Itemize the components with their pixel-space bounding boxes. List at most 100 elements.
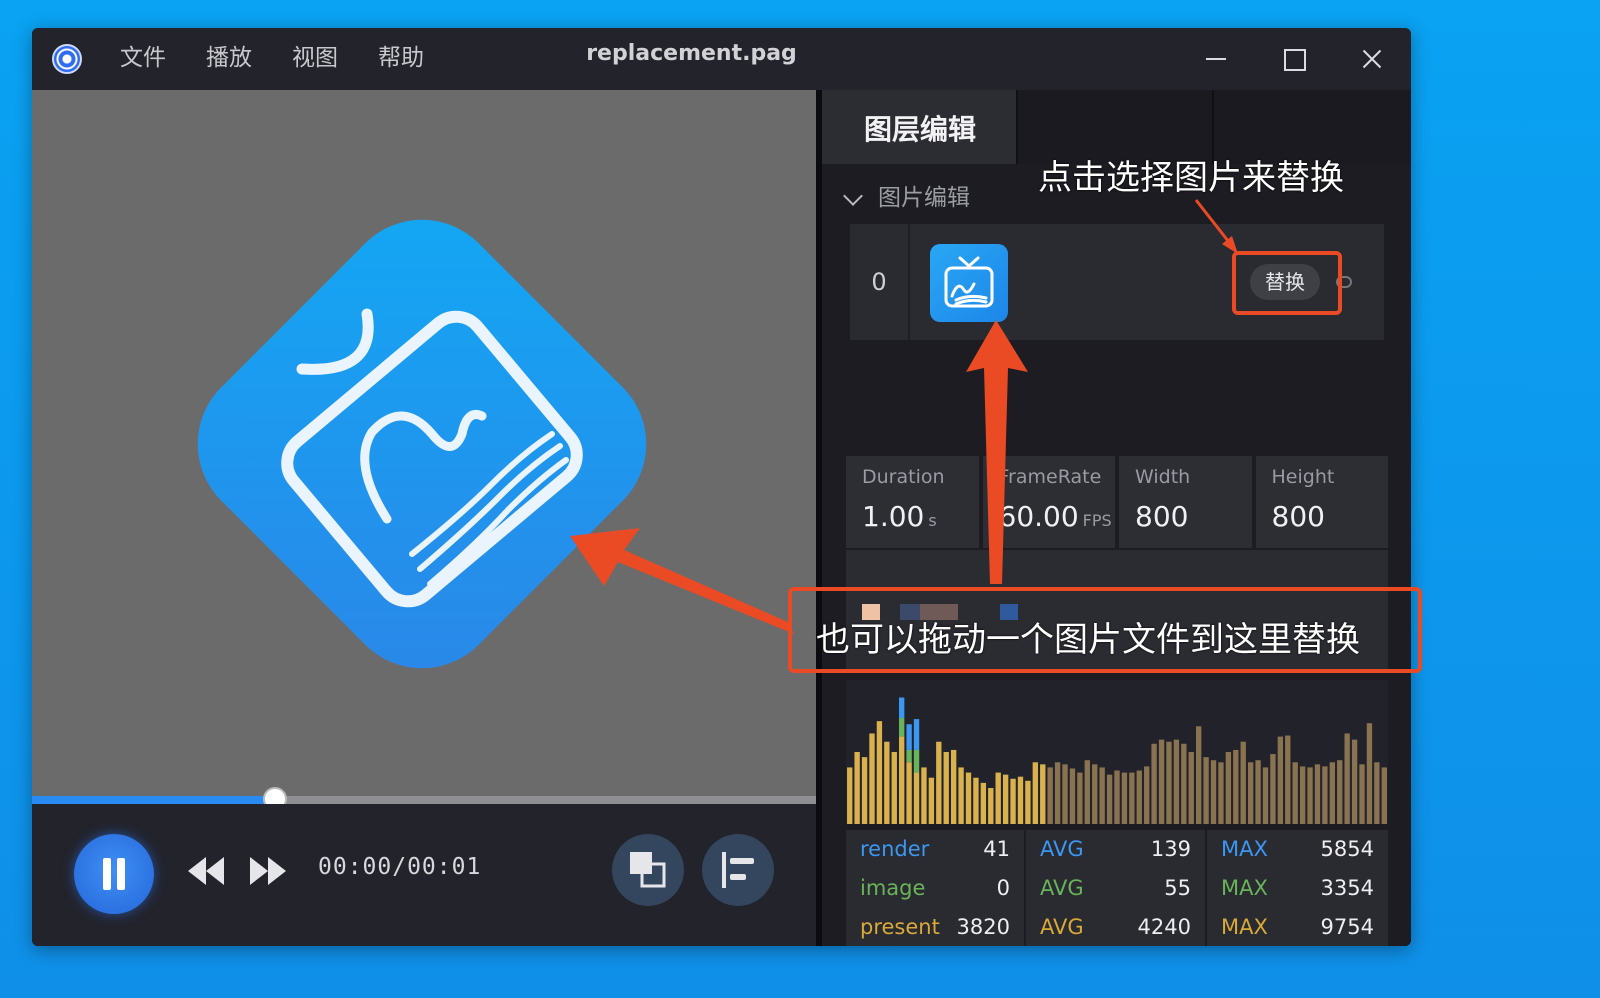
bar-present (958, 767, 964, 824)
bar-present (1166, 741, 1172, 824)
menu-help[interactable]: 帮助 (378, 40, 444, 76)
bar-present (1240, 741, 1246, 824)
bar-present (965, 772, 972, 824)
maximize-button[interactable] (1272, 40, 1316, 78)
title-bar: 文件 播放 视图 帮助 replacement.pag (32, 28, 1411, 90)
image-edit-section-toggle[interactable]: 图片编辑 (842, 178, 970, 212)
bar-present (1069, 768, 1076, 824)
rewind-icon[interactable] (186, 854, 226, 888)
bar-present (1292, 762, 1298, 824)
image-thumbnail-icon (944, 256, 994, 308)
bar-present (1099, 767, 1105, 824)
layer-thumbnail[interactable] (930, 244, 1008, 322)
pause-button[interactable] (74, 834, 154, 914)
playback-controls: 00:00/00:01 (32, 804, 816, 946)
stat-image-avg-value: 55 (1164, 876, 1191, 900)
tab-layer-edit[interactable]: 图层编辑 (822, 90, 1018, 164)
info-framerate-number: 60.00 (998, 500, 1079, 533)
stat-render-max: MAX 5854 (1221, 830, 1374, 869)
close-button[interactable] (1350, 40, 1394, 78)
info-duration-unit: s (928, 511, 937, 530)
stat-present-max: MAX 9754 (1221, 908, 1374, 946)
info-framerate: FrameRate 60.00 FPS (982, 456, 1115, 548)
bar-present (1277, 736, 1284, 824)
fast-forward-icon[interactable] (248, 854, 288, 888)
preview-canvas[interactable] (32, 90, 816, 802)
bar-present (1106, 774, 1113, 824)
stat-present-avg: AVG 4240 (1040, 908, 1191, 946)
bar-present (1002, 774, 1009, 824)
stats-col-max: MAX 5854 MAX 3354 MAX 9754 (1207, 830, 1388, 946)
menu-view[interactable]: 视图 (292, 40, 358, 76)
bar-present (1233, 749, 1239, 824)
bar-present (876, 721, 883, 824)
bar-present (980, 782, 987, 824)
layers-icon (630, 852, 666, 888)
info-width: Width 800 (1119, 456, 1252, 548)
bar-present (1218, 762, 1224, 824)
bar-present (1158, 739, 1165, 824)
bar-present (1025, 780, 1031, 824)
bar-present (861, 757, 868, 824)
bar-present (1040, 764, 1046, 824)
info-framerate-unit: FPS (1082, 511, 1112, 530)
bar-present (1017, 776, 1024, 824)
chevron-down-icon (843, 185, 863, 206)
info-width-value: 800 (1135, 500, 1188, 533)
minimize-button[interactable] (1194, 40, 1238, 78)
bar-present (847, 767, 853, 824)
progress-slider[interactable] (32, 787, 816, 811)
bar-present (891, 752, 897, 824)
stat-present-avg-value: 4240 (1137, 915, 1191, 939)
menu-file[interactable]: 文件 (120, 40, 186, 76)
bar-present (1344, 733, 1350, 824)
background-toggle-button[interactable] (612, 834, 684, 906)
stat-image-value: 0 (996, 876, 1010, 900)
bar-present (1329, 762, 1335, 824)
stat-render-max-value: 5854 (1320, 837, 1374, 861)
menu-play[interactable]: 播放 (206, 40, 272, 76)
layer-index: 0 (850, 224, 910, 340)
stat-render: render 41 (860, 830, 1010, 869)
bar-present (1188, 752, 1194, 824)
bar-render (899, 697, 905, 719)
bar-present (1359, 764, 1365, 824)
bar-present (1077, 772, 1083, 824)
info-height-number: 800 (1271, 500, 1325, 533)
stat-render-value: 41 (983, 837, 1010, 861)
bar-image (899, 718, 905, 737)
bar-present (950, 749, 957, 824)
replace-highlight-box (1232, 251, 1342, 315)
bar-present (1225, 752, 1232, 824)
side-panel: 图层编辑 图片编辑 0 替换 Duration 1.00 s FrameRate… (822, 90, 1411, 946)
stat-render-avg-value: 139 (1150, 837, 1191, 861)
bar-present (1181, 743, 1187, 824)
bar-present (1270, 754, 1276, 824)
bar-present (1121, 772, 1128, 824)
preview-image-icon (197, 219, 647, 669)
bar-present (1195, 726, 1202, 824)
bar-present (995, 772, 1001, 824)
bar-render (906, 724, 912, 750)
app-logo-icon (52, 44, 82, 74)
bar-present (1062, 764, 1068, 824)
bar-present (1173, 739, 1180, 824)
stat-render-name: render (860, 837, 930, 861)
stat-render-avg-label: AVG (1040, 837, 1084, 861)
bar-present (943, 752, 949, 824)
bar-present (1032, 762, 1039, 824)
stat-present-max-label: MAX (1221, 915, 1268, 939)
bar-present (1262, 767, 1269, 824)
bar-present (1136, 770, 1142, 824)
bar-present (1092, 764, 1098, 824)
info-duration-value: 1.00 s (862, 500, 937, 533)
panel-toggle-button[interactable] (702, 834, 774, 906)
window-title-text: replacement.pag (586, 41, 797, 66)
bar-present (1203, 757, 1209, 824)
bar-present (973, 777, 979, 824)
stat-image-name: image (860, 876, 926, 900)
stat-present-avg-label: AVG (1040, 915, 1084, 939)
time-display: 00:00/00:01 (318, 854, 482, 880)
tab-layer-edit-label: 图层编辑 (864, 113, 977, 146)
bar-present (913, 772, 920, 824)
